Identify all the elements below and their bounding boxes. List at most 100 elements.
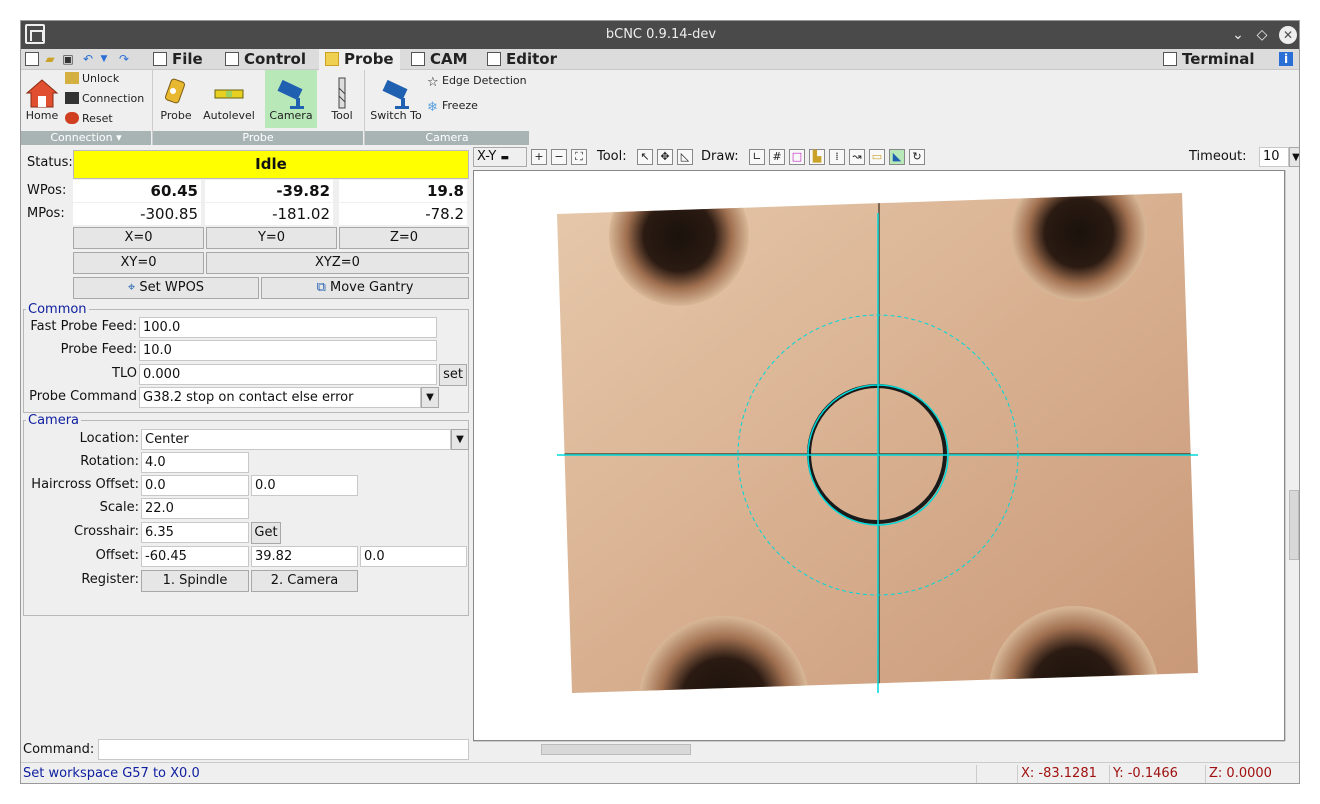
autolevel-button[interactable]: Autolevel xyxy=(201,76,257,122)
pan-move-icon[interactable]: ✥ xyxy=(657,149,673,165)
probe-command-select[interactable]: G38.2 stop on contact else error xyxy=(139,387,421,408)
tlo-input[interactable]: 0.000 xyxy=(139,364,437,385)
redo-icon[interactable]: ↷ xyxy=(117,52,131,66)
probe-icon xyxy=(165,78,185,104)
ribbon-group-camera: Switch To ☆ Edge Detection ❄ Freeze Camera xyxy=(364,70,529,145)
haircross-y-input[interactable]: 0.0 xyxy=(251,475,358,496)
edge-detection-button[interactable]: ☆ Edge Detection xyxy=(427,72,527,90)
crosshair-get-button[interactable]: Get xyxy=(251,522,281,544)
probe-draw-icon[interactable]: ▙ xyxy=(809,149,825,165)
timeout-label: Timeout: xyxy=(1189,149,1247,164)
ribbon-group-probe: Probe Autolevel Camera Tool Probe xyxy=(152,70,363,145)
draw-label: Draw: xyxy=(701,149,739,164)
offset-x-input[interactable]: -60.45 xyxy=(141,546,249,567)
zero-xyz-button[interactable]: XYZ=0 xyxy=(206,252,469,274)
timeout-input[interactable]: 10 xyxy=(1259,147,1289,167)
tab-file[interactable]: File xyxy=(147,49,209,70)
tab-cam[interactable]: CAM xyxy=(405,49,474,70)
set-wpos-button[interactable]: ⌖ Set WPOS xyxy=(73,277,259,299)
open-folder-icon[interactable]: ▰ xyxy=(43,52,57,66)
tab-control[interactable]: Control xyxy=(219,49,312,70)
cam-icon xyxy=(411,52,425,66)
select-arrow-icon[interactable]: ↖ xyxy=(637,149,653,165)
axes-icon[interactable]: ∟ xyxy=(749,149,765,165)
horizontal-scrollbar[interactable] xyxy=(473,741,1285,757)
camera-icon xyxy=(277,79,304,109)
vertical-scroll-thumb[interactable] xyxy=(1289,490,1299,560)
home-button[interactable]: Home xyxy=(23,76,61,122)
connection-group-label[interactable]: Connection ▾ xyxy=(21,131,151,145)
switch-to-button[interactable]: Switch To xyxy=(367,76,425,122)
camera-button[interactable]: Camera xyxy=(265,70,317,128)
maximize-icon[interactable]: ◇ xyxy=(1251,21,1273,49)
rapid-motion-icon[interactable]: ↝ xyxy=(849,149,865,165)
register-camera-button[interactable]: 2. Camera xyxy=(251,570,358,592)
probe-tab-icon xyxy=(325,52,339,66)
tlo-set-button[interactable]: set xyxy=(439,364,467,386)
zero-z-button[interactable]: Z=0 xyxy=(339,227,469,249)
rotation-input[interactable]: 4.0 xyxy=(141,452,249,473)
minimize-icon[interactable]: ⌄ xyxy=(1227,21,1249,49)
register-spindle-button[interactable]: 1. Spindle xyxy=(141,570,249,592)
horizontal-scroll-thumb[interactable] xyxy=(541,744,691,755)
undo-icon[interactable]: ↶ xyxy=(81,52,95,66)
scale-input[interactable]: 22.0 xyxy=(141,498,249,519)
camera-title: Camera xyxy=(26,413,82,428)
zero-xy-button[interactable]: XY=0 xyxy=(73,252,204,274)
editor-icon xyxy=(487,52,501,66)
haircross-x-input[interactable]: 0.0 xyxy=(141,475,249,496)
move-gantry-button[interactable]: ⧉ Move Gantry xyxy=(261,277,469,299)
rotation-label: Rotation: xyxy=(80,454,139,469)
main-window: bCNC 0.9.14-dev ⌄ ◇ ✕ ▰ ▣ ↶ ▼ ↷ File Con… xyxy=(20,20,1300,784)
new-file-icon[interactable] xyxy=(25,52,39,66)
tool-button[interactable]: Tool xyxy=(325,76,359,122)
camera-canvas[interactable] xyxy=(473,170,1285,741)
tab-editor[interactable]: Editor xyxy=(481,49,563,70)
camera-view xyxy=(557,193,1198,693)
location-label: Location: xyxy=(79,431,139,446)
paths-icon[interactable]: ▭ xyxy=(869,149,885,165)
switch-camera-icon xyxy=(382,79,409,109)
save-icon[interactable]: ▣ xyxy=(61,52,75,66)
freeze-button[interactable]: ❄ Freeze xyxy=(427,97,478,115)
camera-draw-icon[interactable]: ◣ xyxy=(889,149,905,165)
probe-command-dropdown-icon[interactable]: ▼ xyxy=(421,387,439,408)
probe-button[interactable]: Probe xyxy=(157,76,195,122)
undo-dropdown-icon[interactable]: ▼ xyxy=(97,52,111,66)
command-label: Command: xyxy=(23,742,95,757)
workarea-icon[interactable]: ⁞ xyxy=(829,149,845,165)
location-dropdown-icon[interactable]: ▼ xyxy=(451,429,469,450)
wpos-x: 60.45 xyxy=(73,180,201,202)
info-icon[interactable]: i xyxy=(1279,52,1293,66)
offset-y-input[interactable]: 39.82 xyxy=(251,546,358,567)
zero-x-button[interactable]: X=0 xyxy=(73,227,204,249)
tlo-label: TLO xyxy=(112,366,137,381)
margins-icon[interactable]: □ xyxy=(789,149,805,165)
zoom-fit-icon[interactable]: ⛶ xyxy=(571,149,587,165)
command-input[interactable] xyxy=(98,739,469,760)
tab-probe[interactable]: Probe xyxy=(319,49,400,70)
zoom-in-icon[interactable]: + xyxy=(531,149,547,165)
vertical-scrollbar[interactable] xyxy=(1285,170,1299,741)
close-icon[interactable]: ✕ xyxy=(1279,26,1297,44)
connection-button[interactable]: Connection xyxy=(65,90,144,108)
ruler-icon[interactable]: ◺ xyxy=(677,149,693,165)
fast-probe-feed-input[interactable]: 100.0 xyxy=(139,317,437,338)
zoom-out-icon[interactable]: − xyxy=(551,149,567,165)
grid-icon[interactable]: # xyxy=(769,149,785,165)
window-title: bCNC 0.9.14-dev xyxy=(605,27,717,42)
reset-button[interactable]: Reset xyxy=(65,110,113,128)
crosshair-input[interactable]: 6.35 xyxy=(141,522,249,543)
view-dropdown-icon: ▬ xyxy=(500,153,510,163)
refresh-icon[interactable]: ↻ xyxy=(909,149,925,165)
unlock-button[interactable]: Unlock xyxy=(65,70,119,88)
view-select[interactable]: X-Y ▬ xyxy=(473,147,527,167)
zero-y-button[interactable]: Y=0 xyxy=(206,227,337,249)
timeout-dropdown-icon[interactable]: ▼ xyxy=(1289,147,1299,167)
crosshair-label: Crosshair: xyxy=(74,524,139,539)
terminal-icon xyxy=(1163,52,1177,66)
location-select[interactable]: Center xyxy=(141,429,451,450)
probe-feed-input[interactable]: 10.0 xyxy=(139,340,437,361)
offset-z-input[interactable]: 0.0 xyxy=(360,546,467,567)
tab-terminal[interactable]: Terminal xyxy=(1157,49,1261,70)
